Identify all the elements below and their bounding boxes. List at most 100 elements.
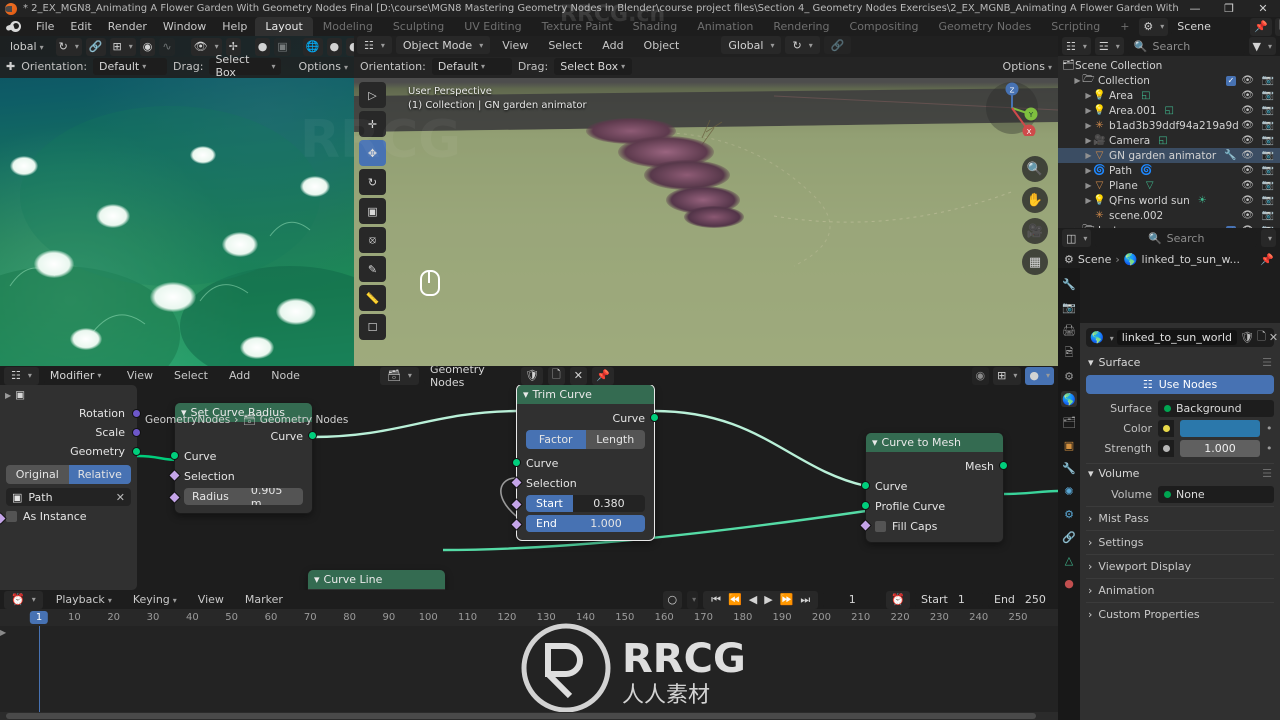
breadcrumb-world[interactable]: linked_to_sun_w... (1142, 253, 1241, 266)
eye-icon[interactable]: 👁 (1241, 150, 1254, 161)
modifier-object-row[interactable]: ▶ ▣ (0, 385, 137, 403)
properties-panel-world[interactable]: 🌎 linked_to_sun_world 🛡 🗋 ✕ ▾ Surface ☰ … (1080, 323, 1280, 720)
camera-render-icon[interactable]: 📷 (1262, 180, 1274, 191)
viewport-nav-buttons[interactable]: 🔍 ✋ 🎥 ▦ (1022, 156, 1048, 275)
blender-menu-icon[interactable] (5, 20, 21, 34)
prev-keyframe-icon[interactable]: ⏪ (728, 593, 742, 606)
chevron-down-icon[interactable]: ▾ (872, 436, 878, 449)
chevron-down-icon[interactable]: ▾ (314, 573, 320, 586)
shield-fake-user-icon[interactable]: 🛡 (520, 366, 543, 385)
node-prop-end[interactable]: End 1.000 (526, 515, 645, 532)
camera-render-icon[interactable]: 📷 (1262, 210, 1274, 221)
tool-cursor-icon[interactable]: ✛ (359, 111, 386, 137)
zoom-icon[interactable]: 🔍 (1022, 156, 1048, 182)
camera-render-icon[interactable]: 📷 (1262, 90, 1274, 101)
orientation-value-dropdown[interactable]: Default (93, 57, 168, 75)
expand-chevron-icon[interactable]: ▶ (1084, 151, 1093, 160)
current-frame-field[interactable]: 1 (823, 591, 882, 608)
outliner-rows[interactable]: ▶ 🗁 Collection ✓ 👁 📷 ▶ 💡 Area ◱ 👁 📷 ▶ 💡 Area.001 ◱ 👁 📷 ▶ ✳ b… (1058, 73, 1280, 228)
menu-edit[interactable]: Edit (62, 19, 99, 34)
eye-icon[interactable]: 👁 (1241, 180, 1254, 191)
duplicate-world-icon[interactable]: 🗋 (1257, 328, 1266, 347)
camera-render-icon[interactable]: 📷 (1262, 150, 1274, 161)
close-button[interactable]: ✕ (1246, 0, 1280, 17)
node-menu-add[interactable]: Add (221, 368, 258, 383)
orientation-value-dropdown-2[interactable]: Default (431, 57, 512, 75)
minimize-button[interactable]: — (1178, 0, 1212, 17)
workspace-tab-rendering[interactable]: Rendering (763, 17, 839, 37)
socket-curve-in[interactable] (512, 458, 521, 467)
workspace-tab-shading[interactable]: Shading (623, 17, 688, 37)
node-datablock-browse-icon[interactable]: 🗃 (379, 366, 419, 385)
node-menu-select[interactable]: Select (166, 368, 216, 383)
breadcrumb-geometrynodes[interactable]: GeometryNodes (145, 414, 230, 426)
socket-mesh-out[interactable] (999, 461, 1008, 470)
jump-to-start-icon[interactable]: ⏮ (711, 593, 721, 607)
outliner-search-input[interactable]: 🔍 Search (1127, 37, 1245, 55)
pin-properties-icon[interactable]: 📌 (1260, 253, 1274, 266)
pin-node-tree-icon[interactable]: 📌 (591, 366, 614, 385)
socket-curve-in[interactable] (170, 451, 179, 460)
surface-row[interactable]: Surface Background (1086, 400, 1274, 417)
chevron-down-icon[interactable]: ▾ (1088, 356, 1094, 369)
transform-tool-icon[interactable]: ✚ (6, 60, 15, 73)
animate-property-icon[interactable]: • (1266, 442, 1274, 455)
closed-panels-list[interactable]: › Mist Pass › Settings › Viewport Display › Ani… (1086, 506, 1274, 626)
node-output-curve[interactable]: Curve (517, 408, 659, 428)
outliner-row[interactable]: ▶ 🗁 Collection ✓ 👁 📷 (1058, 73, 1280, 88)
world-browse-icon[interactable]: 🌎 (1090, 331, 1104, 344)
visibility-checkbox[interactable]: ✓ (1226, 225, 1236, 228)
eye-icon[interactable]: 👁 (1241, 210, 1254, 221)
drag-value-dropdown[interactable]: Select Box (209, 53, 282, 79)
playhead-line[interactable] (39, 626, 40, 720)
tab-particles-icon[interactable]: ✺ (1061, 483, 1077, 499)
camera-render-icon[interactable]: 📷 (1262, 120, 1274, 131)
workspace-tab-animation[interactable]: Animation (687, 17, 763, 37)
workspace-tab-texture-paint[interactable]: Texture Paint (532, 17, 623, 37)
auto-keying-icon[interactable]: ○ (662, 590, 683, 609)
eye-icon[interactable]: 👁 (1241, 120, 1254, 131)
outliner-row[interactable]: ✳ scene.002 👁 📷 (1058, 208, 1280, 223)
menu-file[interactable]: File (28, 19, 62, 34)
properties-closed-panel[interactable]: › Custom Properties (1086, 602, 1274, 626)
snap-to-dropdown[interactable]: ⊞ (109, 37, 136, 56)
surface-value-field[interactable]: Background (1158, 400, 1274, 417)
toggle-relative-button[interactable]: Relative (68, 465, 131, 484)
properties-closed-panel[interactable]: › Viewport Display (1086, 554, 1274, 578)
node-input-selection[interactable]: Selection (510, 473, 654, 493)
outliner-row[interactable]: ▶ ▽ GN garden animator 🔧 👁 📷 (1058, 148, 1280, 163)
viewport-right[interactable]: ☷ Object Mode View Select Add Object Glo… (354, 36, 1058, 366)
timeline-body[interactable]: ▶ (0, 626, 1058, 720)
outliner-row[interactable]: ▶ 💡 Area.001 ◱ 👁 📷 (1058, 103, 1280, 118)
tab-material-icon[interactable]: ● (1061, 575, 1077, 591)
node-input-profile-curve[interactable]: Profile Curve (861, 496, 1003, 516)
expand-chevron-icon[interactable]: ▶ (1084, 136, 1093, 145)
node-input-fill-caps[interactable]: Fill Caps (859, 516, 1003, 536)
outliner-row[interactable]: ▶ 💡 Area ◱ 👁 📷 (1058, 88, 1280, 103)
node-input-selection[interactable]: Selection (168, 466, 312, 486)
tab-physics-icon[interactable]: ⚙ (1061, 506, 1077, 522)
tool-select-box-icon[interactable]: ▷ (359, 82, 386, 108)
properties-closed-panel[interactable]: › Settings (1086, 530, 1274, 554)
expand-chevron-icon[interactable]: ▶ (1084, 106, 1093, 115)
outliner-row-scene-collection[interactable]: 🗂 Scene Collection (1058, 58, 1280, 73)
modifier-path-field[interactable]: ▣ Path ✕ (6, 488, 131, 506)
transform-orientation-dropdown[interactable]: Global (721, 36, 782, 54)
socket-rotation[interactable] (132, 409, 141, 418)
properties-filter-icon[interactable] (1260, 229, 1276, 247)
jump-to-end-icon[interactable]: ⏭ (800, 593, 810, 607)
tool-transform-icon[interactable]: ⦻ (359, 227, 386, 253)
chevron-down-icon[interactable]: ▾ (523, 388, 529, 401)
new-scene-icon[interactable]: 🗋 (1275, 17, 1280, 36)
eye-icon[interactable]: 👁 (1241, 165, 1254, 176)
unlink-datablock-icon[interactable]: ✕ (569, 366, 587, 385)
color-row[interactable]: Color • (1086, 420, 1274, 437)
world-browse-chevron-icon[interactable] (1107, 331, 1114, 344)
modifier-toggle-original-relative[interactable]: Original Relative (6, 465, 131, 484)
snap-magnet-icon[interactable]: 🔗 (85, 37, 106, 56)
play-reverse-icon[interactable]: ◀ (749, 593, 757, 606)
outliner-display-mode-dropdown[interactable]: ☲ (1094, 37, 1124, 55)
duplicate-datablock-icon[interactable]: 🗋 (547, 366, 565, 385)
tab-view-layer-icon[interactable]: 🖻 (1061, 345, 1077, 361)
viewport-menu-add[interactable]: Add (594, 38, 631, 53)
